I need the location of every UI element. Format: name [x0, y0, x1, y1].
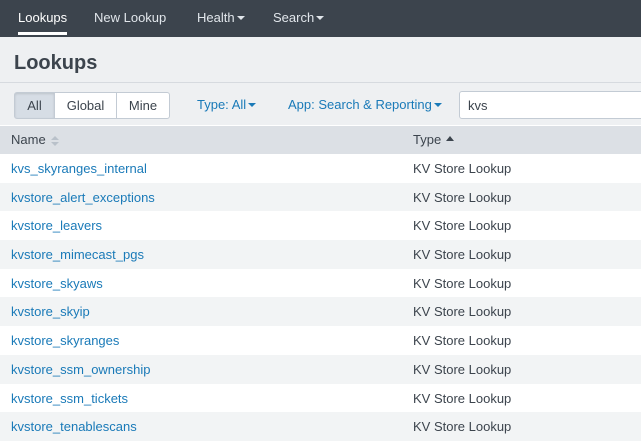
- lookup-type: KV Store Lookup: [413, 275, 512, 291]
- search-input[interactable]: [459, 91, 641, 119]
- table-row: kvstore_tenablescans KV Store Lookup: [0, 412, 641, 441]
- app-filter-label: App: Search & Reporting: [288, 97, 432, 112]
- table-row: kvstore_skyip KV Store Lookup: [0, 297, 641, 327]
- nav-menu-health-label: Health: [197, 10, 235, 25]
- table-row: kvstore_mimecast_pgs KV Store Lookup: [0, 240, 641, 269]
- lookup-type: KV Store Lookup: [413, 218, 512, 234]
- table-row: kvs_skyranges_internal KV Store Lookup: [0, 154, 641, 183]
- sort-ascending-icon: [446, 136, 455, 142]
- lookup-type: KV Store Lookup: [413, 247, 512, 263]
- sort-icon: [50, 135, 59, 146]
- lookup-name-link[interactable]: kvstore_ssm_tickets: [11, 384, 128, 413]
- lookup-name-link[interactable]: kvstore_skyip: [11, 297, 90, 326]
- table-row: kvstore_ssm_tickets KV Store Lookup: [0, 384, 641, 413]
- lookup-name-link[interactable]: kvstore_tenablescans: [11, 412, 137, 441]
- nav-tab-lookups-label: Lookups: [18, 10, 68, 25]
- filter-mine-button[interactable]: Mine: [116, 92, 170, 119]
- type-filter-label: Type: All: [197, 97, 247, 112]
- lookup-name-link[interactable]: kvstore_alert_exceptions: [11, 183, 155, 212]
- lookup-name-link[interactable]: kvstore_mimecast_pgs: [11, 240, 144, 269]
- nav-menu-search-label: Search: [273, 10, 315, 25]
- lookup-type: KV Store Lookup: [413, 419, 512, 435]
- lookup-table-body: kvs_skyranges_internal KV Store Lookup kv…: [0, 154, 641, 441]
- nav-tab-new-lookup-label: New Lookup: [94, 10, 167, 25]
- chevron-down-icon: [316, 15, 325, 20]
- lookup-type: KV Store Lookup: [413, 189, 512, 205]
- lookup-type: KV Store Lookup: [413, 390, 512, 406]
- table-row: kvstore_ssm_ownership KV Store Lookup: [0, 354, 641, 384]
- lookup-name-link[interactable]: kvstore_ssm_ownership: [11, 355, 150, 384]
- lookup-name-link[interactable]: kvs_skyranges_internal: [11, 154, 147, 183]
- chevron-down-icon: [248, 102, 257, 107]
- lookup-type: KV Store Lookup: [413, 333, 512, 349]
- lookup-name-link[interactable]: kvstore_leavers: [11, 211, 102, 240]
- lookup-type: KV Store Lookup: [413, 161, 512, 176]
- table-row: kvstore_skyranges KV Store Lookup: [0, 326, 641, 355]
- filter-global-button[interactable]: Global: [54, 92, 117, 119]
- lookup-name-link[interactable]: kvstore_skyaws: [11, 269, 103, 298]
- column-header-name[interactable]: Name: [11, 126, 59, 154]
- table-row: kvstore_alert_exceptions KV Store Lookup: [0, 182, 641, 212]
- column-header-name-label: Name: [11, 132, 46, 147]
- nav-tab-lookups[interactable]: Lookups: [18, 0, 68, 37]
- lookup-type: KV Store Lookup: [413, 361, 512, 377]
- column-header-type[interactable]: Type: [413, 126, 455, 154]
- table-row: kvstore_skyaws KV Store Lookup: [0, 269, 641, 298]
- chevron-down-icon: [236, 15, 245, 20]
- top-navbar: Lookups New Lookup Health Search: [0, 0, 641, 37]
- lookup-name-link[interactable]: kvstore_skyranges: [11, 326, 119, 355]
- nav-menu-health[interactable]: Health: [197, 0, 245, 37]
- divider: [0, 82, 641, 83]
- column-header-type-label: Type: [413, 132, 442, 147]
- lookup-type: KV Store Lookup: [413, 304, 512, 320]
- app-filter-dropdown[interactable]: App: Search & Reporting: [288, 92, 442, 119]
- filter-all-button[interactable]: All: [14, 92, 55, 119]
- type-filter-dropdown[interactable]: Type: All: [197, 92, 257, 119]
- table-header: Name Type: [0, 126, 641, 154]
- nav-menu-search[interactable]: Search: [273, 0, 325, 37]
- table-row: kvstore_leavers KV Store Lookup: [0, 211, 641, 240]
- nav-tab-new-lookup[interactable]: New Lookup: [94, 0, 166, 37]
- page-title: Lookups: [14, 52, 98, 74]
- chevron-down-icon: [433, 102, 442, 107]
